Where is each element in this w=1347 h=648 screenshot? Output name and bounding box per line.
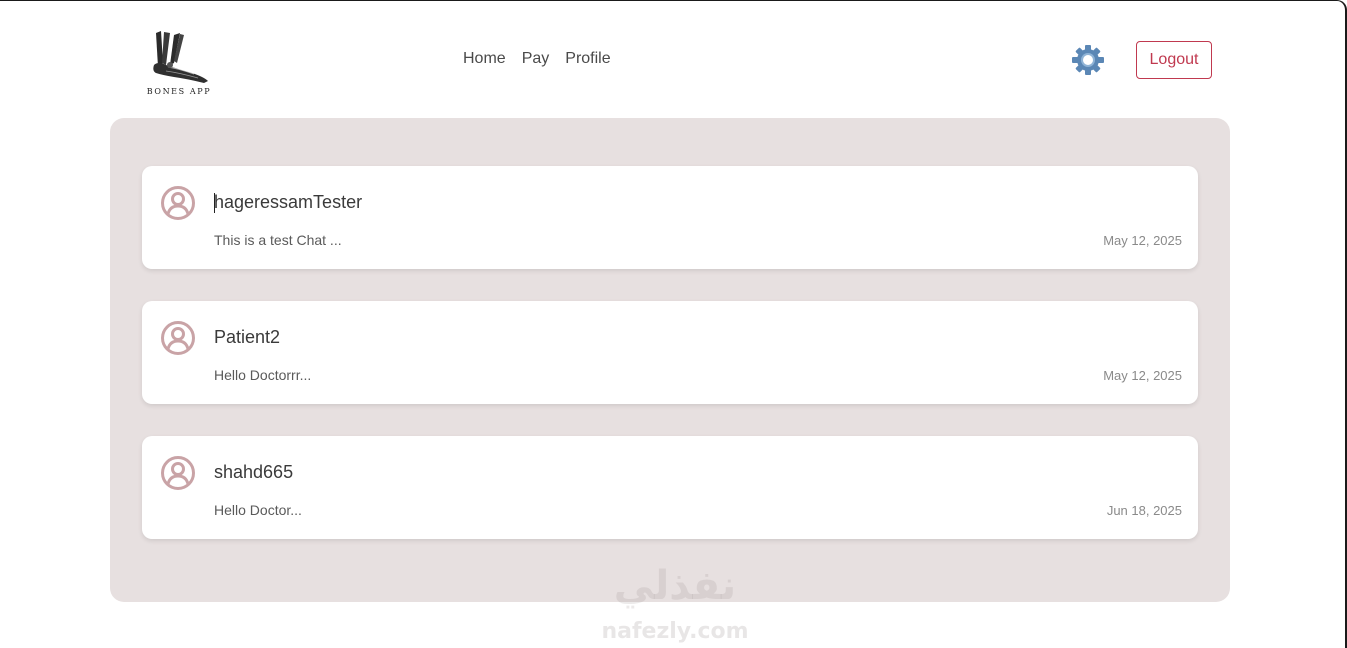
chat-last-message: Hello Doctor... bbox=[214, 502, 302, 518]
chat-date: May 12, 2025 bbox=[1103, 368, 1182, 383]
chat-item[interactable]: hageressamTester This is a test Chat ...… bbox=[142, 166, 1198, 269]
nav-profile[interactable]: Profile bbox=[565, 49, 610, 69]
chat-last-message: This is a test Chat ... bbox=[214, 232, 342, 248]
chat-contact-name: Patient2 bbox=[214, 327, 281, 347]
user-circle-icon bbox=[160, 455, 196, 491]
watermark: نفذلي nafezly.com bbox=[590, 561, 760, 648]
chat-list-panel: hageressamTester This is a test Chat ...… bbox=[110, 118, 1230, 602]
bones-logo-icon bbox=[153, 31, 208, 83]
nav-home[interactable]: Home bbox=[463, 49, 506, 69]
chat-date: May 12, 2025 bbox=[1103, 233, 1182, 248]
chat-contact-name: hageressamTester bbox=[214, 192, 363, 212]
chat-contact-name: shahd665 bbox=[214, 462, 294, 482]
chat-date: Jun 18, 2025 bbox=[1106, 503, 1182, 518]
chat-item[interactable]: Patient2 Hello Doctorrr... May 12, 2025 bbox=[142, 301, 1198, 404]
nav-pay[interactable]: Pay bbox=[522, 49, 550, 69]
chat-item[interactable]: shahd665 Hello Doctor... Jun 18, 2025 bbox=[142, 436, 1198, 539]
navbar: BONES APP Home Pay Profile Logout bbox=[0, 1, 1345, 117]
watermark-latin: nafezly.com bbox=[601, 619, 749, 644]
user-circle-icon bbox=[160, 185, 196, 221]
logo-text: BONES APP bbox=[146, 87, 212, 96]
chat-last-message: Hello Doctorrr... bbox=[214, 367, 312, 383]
logout-button[interactable]: Logout bbox=[1136, 41, 1212, 79]
settings-gear-icon[interactable] bbox=[1071, 44, 1105, 76]
watermark-arabic: نفذلي bbox=[613, 563, 737, 609]
logo[interactable]: BONES APP bbox=[144, 27, 214, 99]
user-circle-icon bbox=[160, 320, 196, 356]
app-window: BONES APP Home Pay Profile Logout hagere… bbox=[0, 0, 1347, 648]
main-nav: Home Pay Profile bbox=[463, 49, 611, 69]
